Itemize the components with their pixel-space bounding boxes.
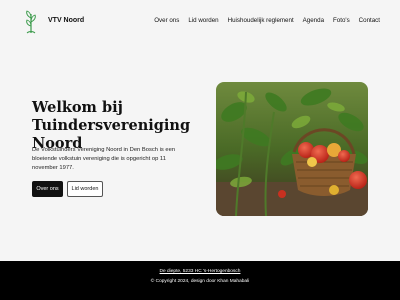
hero-description: De Volkstuinders Vereniging Noord in Den… (32, 147, 176, 172)
site-name[interactable]: VTV Noord (48, 17, 84, 24)
footer: De diepte, 5233 HC 's-Hertogenbosch © Co… (0, 261, 400, 300)
hero-title: Welkom bij Tuindersvereniging Noord (32, 99, 212, 153)
footer-address-link[interactable]: De diepte, 5233 HC 's-Hertogenbosch (0, 269, 400, 274)
tomatoes-basket-photo (216, 82, 368, 216)
lid-worden-button[interactable]: Lid worden (67, 181, 103, 197)
over-ons-button[interactable]: Over ons (32, 181, 63, 197)
nav-item-agenda[interactable]: Agenda (303, 17, 324, 24)
logo-icon[interactable] (24, 10, 38, 34)
main-menu: Over ons Lid worden Huishoudelijk reglem… (154, 17, 380, 24)
nav-item-fotos[interactable]: Foto's (333, 17, 350, 24)
hero-photo (216, 82, 368, 216)
nav-item-contact[interactable]: Contact (359, 17, 380, 24)
nav-item-huishoudelijk-reglement[interactable]: Huishoudelijk reglement (228, 17, 294, 24)
nav-item-lid-worden[interactable]: Lid worden (188, 17, 218, 24)
nav-item-over-ons[interactable]: Over ons (154, 17, 179, 24)
footer-copyright: © Copyright 2024, design door Khan Mahab… (150, 279, 250, 284)
navbar: VTV Noord Over ons Lid worden Huishoudel… (0, 0, 400, 44)
hero-title-line-1: Welkom bij (32, 99, 123, 116)
